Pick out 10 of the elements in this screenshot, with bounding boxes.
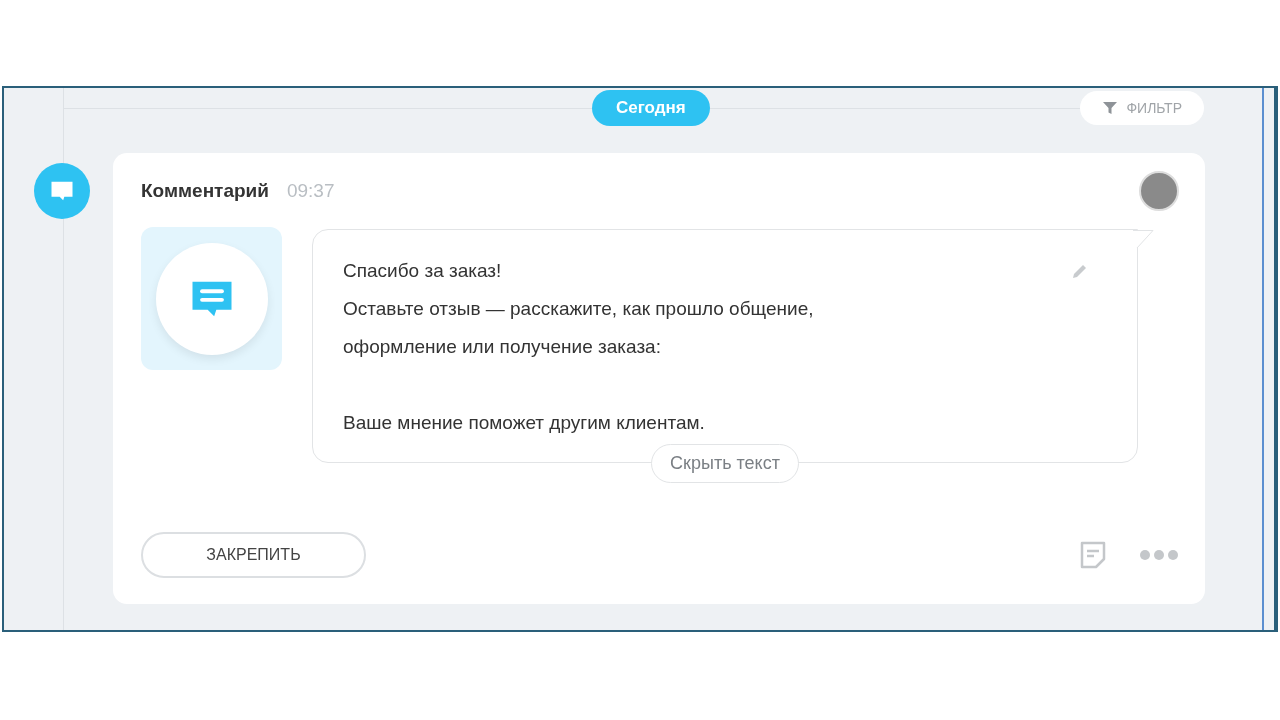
message-text: Спасибо за заказ! — [343, 259, 502, 283]
comment-title: Комментарий — [141, 180, 269, 202]
date-label: Сегодня — [592, 90, 710, 126]
message-text: Ваше мнение поможет другим клиентам. — [343, 411, 705, 435]
collapse-button[interactable]: Скрыть текст — [651, 444, 799, 483]
message-text: оформление или получение заказа: — [343, 335, 661, 359]
filter-button[interactable]: ФИЛЬТР — [1080, 91, 1204, 125]
comment-time: 09:37 — [286, 180, 335, 202]
message-text: Оставьте отзыв — расскажите, как прошло общение, — [343, 297, 814, 321]
pin-button[interactable]: ЗАКРЕПИТЬ — [141, 532, 366, 578]
